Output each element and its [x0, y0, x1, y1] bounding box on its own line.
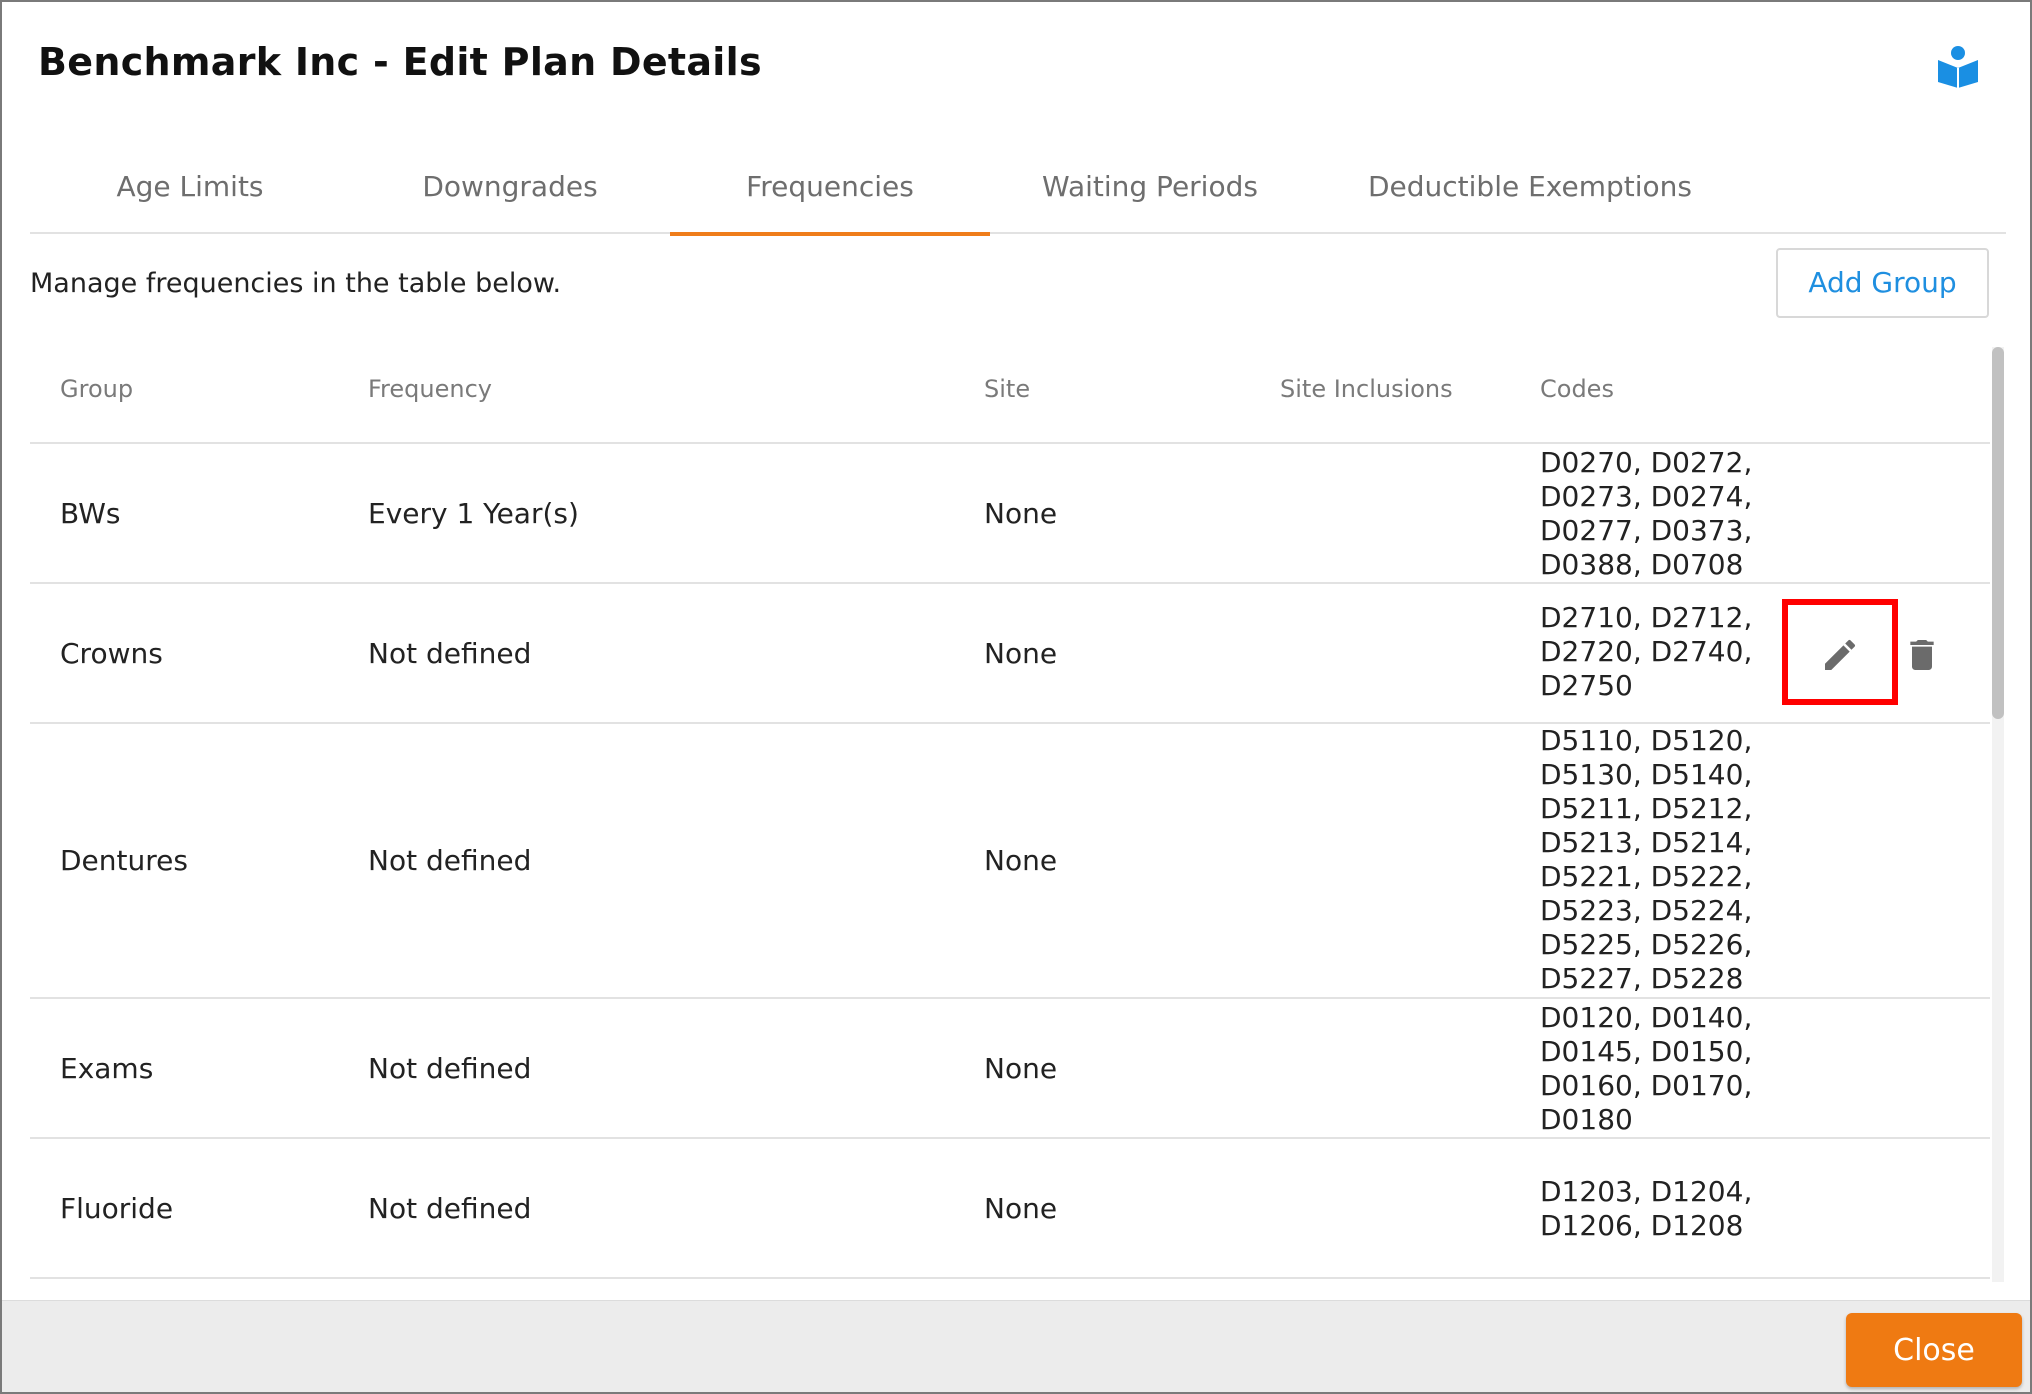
- tab-frequencies[interactable]: Frequencies: [670, 152, 990, 236]
- table-row[interactable]: Fluoride Not defined None D1203, D1204, …: [30, 1139, 1990, 1279]
- table-row[interactable]: Crowns Not defined None D2710, D2712, D2…: [30, 584, 1990, 724]
- table-header: Group Frequency Site Site Inclusions Cod…: [30, 347, 1990, 444]
- highlight-box: [1782, 599, 1898, 705]
- cell-frequency: Not defined: [368, 1192, 532, 1225]
- close-button[interactable]: Close: [1846, 1313, 2022, 1387]
- scrollbar-thumb[interactable]: [1992, 347, 2004, 719]
- table-row[interactable]: Dentures Not defined None D5110, D5120, …: [30, 724, 1990, 999]
- cell-site: None: [984, 497, 1058, 530]
- edit-plan-dialog: Benchmark Inc - Edit Plan Details Age Li…: [0, 0, 2032, 1394]
- cell-group: Dentures: [60, 844, 188, 877]
- tab-age-limits[interactable]: Age Limits: [30, 152, 350, 234]
- instructions-text: Manage frequencies in the table below.: [30, 268, 562, 299]
- dialog-footer: Close: [2, 1300, 2030, 1392]
- add-group-button[interactable]: Add Group: [1776, 248, 1989, 318]
- tab-waiting-periods[interactable]: Waiting Periods: [990, 152, 1310, 234]
- cell-site: None: [984, 1052, 1058, 1085]
- trash-icon[interactable]: [1902, 633, 1942, 677]
- dialog-title: Benchmark Inc - Edit Plan Details: [38, 40, 762, 84]
- column-header-codes: Codes: [1540, 375, 1614, 403]
- cell-codes: D0120, D0140, D0145, D0150, D0160, D0170…: [1540, 1001, 1753, 1136]
- column-header-site-inclusions: Site Inclusions: [1280, 375, 1453, 403]
- cell-site: None: [984, 637, 1058, 670]
- tab-downgrades[interactable]: Downgrades: [350, 152, 670, 234]
- cell-frequency: Not defined: [368, 637, 532, 670]
- book-reader-icon[interactable]: [1936, 44, 1980, 88]
- cell-group: BWs: [60, 497, 121, 530]
- cell-group: Fluoride: [60, 1192, 174, 1225]
- column-header-group: Group: [60, 375, 134, 403]
- column-header-site: Site: [984, 375, 1031, 403]
- table-row[interactable]: Exams Not defined None D0120, D0140, D01…: [30, 999, 1990, 1139]
- cell-codes: D1203, D1204, D1206, D1208: [1540, 1175, 1753, 1242]
- table-row[interactable]: BWs Every 1 Year(s) None D0270, D0272, D…: [30, 444, 1990, 584]
- tab-bar: Age Limits Downgrades Frequencies Waitin…: [30, 152, 2006, 236]
- frequencies-table: Group Frequency Site Site Inclusions Cod…: [30, 347, 1990, 1282]
- cell-frequency: Every 1 Year(s): [368, 497, 579, 530]
- cell-site: None: [984, 844, 1058, 877]
- cell-frequency: Not defined: [368, 844, 532, 877]
- cell-group: Crowns: [60, 637, 163, 670]
- tab-deductible-exemptions[interactable]: Deductible Exemptions: [1310, 152, 1750, 234]
- cell-group: Exams: [60, 1052, 154, 1085]
- column-header-frequency: Frequency: [368, 375, 492, 403]
- cell-frequency: Not defined: [368, 1052, 532, 1085]
- table-scrollbar[interactable]: [1992, 347, 2004, 1282]
- cell-codes: D5110, D5120, D5130, D5140, D5211, D5212…: [1540, 724, 1753, 995]
- cell-site: None: [984, 1192, 1058, 1225]
- cell-codes: D2710, D2712, D2720, D2740, D2750: [1540, 601, 1753, 702]
- cell-codes: D0270, D0272, D0273, D0274, D0277, D0373…: [1540, 446, 1753, 581]
